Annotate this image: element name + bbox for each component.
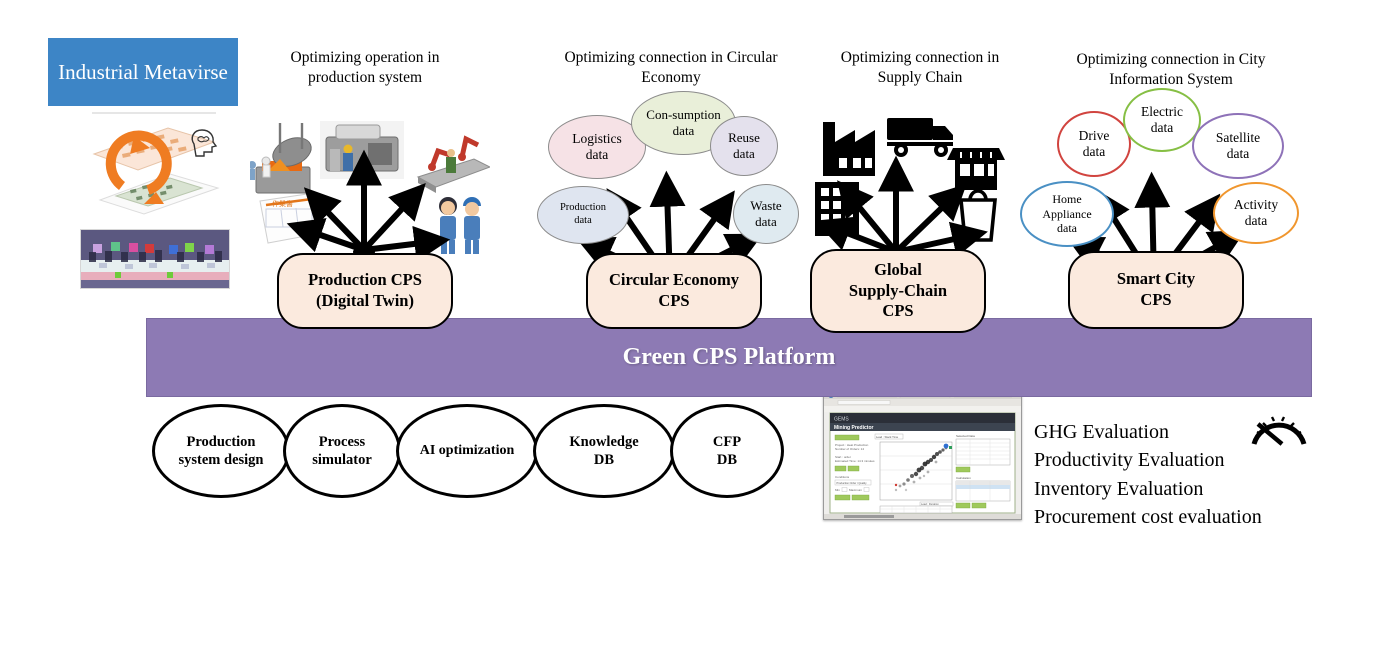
logistics-data-line1: Logistics (572, 130, 622, 146)
capability-3-line2: DB (593, 452, 615, 468)
supply-chain-arrow-fan (810, 140, 990, 262)
capability-ellipse-ai-optimization[interactable]: AI optimization (396, 404, 538, 498)
data-ellipse-electric[interactable]: Electric data (1123, 88, 1201, 152)
capability-ellipse-production-system-design[interactable]: Production system design (152, 404, 290, 498)
electric-data-line1: Electric (1141, 103, 1183, 119)
industrial-metaverse-title: Industrial Metavirse (48, 38, 238, 106)
caption-circular-economy: Optimizing connection in Circular Econom… (564, 49, 778, 87)
smart-city-cps-box[interactable]: Smart City CPS (1068, 251, 1244, 329)
activity-data-line1: Activity (1233, 196, 1279, 212)
green-cps-platform-label: Green CPS Platform (622, 344, 836, 370)
reuse-data-line1: Reuse (728, 130, 760, 146)
home-appliance-data-line2: Appliance (1042, 206, 1092, 221)
supply-chain-cps-line3: CPS (882, 301, 914, 321)
data-ellipse-drive[interactable]: Drive data (1057, 111, 1131, 177)
svg-text:Conditions: Conditions (835, 475, 850, 479)
svg-text:Number of Orders: 14: Number of Orders: 14 (835, 447, 864, 451)
production-cps-line1: Production CPS (308, 270, 422, 290)
circular-economy-cps-line2: CPS (658, 291, 690, 310)
svg-text:Calculation: Calculation (956, 476, 971, 480)
svg-text:Maximum: Maximum (849, 488, 863, 492)
production-arrow-fan (272, 130, 472, 260)
caption-supply-chain: Optimizing connection in Supply Chain (840, 49, 1000, 87)
caption-production-system: Optimizing operation in production syste… (290, 49, 440, 87)
svg-text:Lead : Slack Time: Lead : Slack Time (876, 435, 899, 439)
home-appliance-data-line3: data (1057, 221, 1077, 236)
waste-data-line1: Waste (750, 198, 782, 214)
satellite-data-line1: Satellite (1215, 129, 1261, 145)
drive-data-line2: data (1082, 144, 1106, 159)
home-appliance-data-line1: Home (1052, 192, 1082, 207)
evaluation-item-ghg: GHG Evaluation (1034, 421, 1169, 443)
svg-text:Min: Min (835, 488, 840, 492)
svg-text:Estimated Time: 14.3 minutes: Estimated Time: 14.3 minutes (835, 459, 875, 463)
3d-factory-simulation-image (80, 229, 230, 289)
reuse-data-line2: data (733, 146, 755, 161)
capability-ellipse-process-simulator[interactable]: Process simulator (283, 404, 401, 498)
circular-economy-cps-line1: Circular Economy (608, 270, 739, 290)
electric-data-line2: data (1150, 120, 1174, 135)
svg-text:GEMS: GEMS (834, 417, 849, 423)
drive-data-line1: Drive (1078, 127, 1110, 143)
capability-3-line1: Knowledge (569, 433, 639, 450)
data-ellipse-home-appliance[interactable]: Home Appliance data (1020, 181, 1114, 247)
data-ellipse-reuse[interactable]: Reuse data (710, 116, 778, 176)
capability-ellipse-cfp-db[interactable]: CFP DB (670, 404, 784, 498)
consumption-data-line2: data (672, 123, 695, 138)
waste-data-line2: data (755, 214, 777, 229)
capability-0-line1: Production (186, 433, 256, 450)
supply-chain-cps-box[interactable]: Global Supply-Chain CPS (810, 249, 986, 333)
mining-predictor-app-screenshot[interactable]: GEMS Mining Predictor Project : Heat Pro… (823, 389, 1022, 520)
smart-city-cps-line1: Smart City (1116, 269, 1196, 289)
evaluation-item-productivity: Productivity Evaluation (1034, 449, 1225, 472)
production-cps-line2: (Digital Twin) (316, 291, 414, 310)
capability-1-line2: simulator (312, 452, 372, 468)
activity-data-line2: data (1244, 213, 1268, 228)
svg-text:Mining Predictor: Mining Predictor (834, 425, 874, 431)
speedometer-icon (1248, 404, 1310, 450)
capability-ellipse-knowledge-db[interactable]: Knowledge DB (533, 404, 675, 498)
capability-1-line1: Process (318, 433, 366, 450)
data-ellipse-activity[interactable]: Activity data (1213, 182, 1299, 244)
evaluation-item-procurement-cost: Procurement cost evaluation (1034, 506, 1262, 529)
green-cps-platform-bar[interactable]: Green CPS Platform (146, 318, 1312, 397)
industrial-metaverse-title-text: Industrial Metavirse (58, 59, 228, 84)
data-ellipse-waste[interactable]: Waste data (733, 184, 799, 244)
production-cps-box[interactable]: Production CPS (Digital Twin) (277, 253, 453, 329)
svg-text:Lead : Duration: Lead : Duration (921, 502, 939, 506)
caption-smart-city: Optimizing connection in City Informatio… (1076, 51, 1266, 89)
supply-chain-cps-line2: Supply-Chain (848, 280, 948, 300)
capability-0-line2: system design (178, 452, 264, 468)
svg-text:Selected Data: Selected Data (956, 434, 975, 438)
production-data-line1: Production (559, 202, 607, 214)
satellite-data-line2: data (1226, 146, 1250, 161)
consumption-data-line1: Con-sumption (646, 107, 721, 123)
data-ellipse-satellite[interactable]: Satellite data (1192, 113, 1284, 179)
circular-economy-cps-box[interactable]: Circular Economy CPS (586, 253, 762, 329)
logistics-data-line2: data (585, 147, 609, 162)
capability-2-line1: AI optimization (419, 443, 515, 459)
capability-4-line1: CFP (712, 433, 742, 450)
smart-city-cps-line2: CPS (1140, 290, 1172, 309)
evaluation-item-inventory: Inventory Evaluation (1034, 477, 1204, 500)
evaluation-list: GHG Evaluation Productivity Evaluation I… (1034, 418, 1262, 532)
data-ellipse-production[interactable]: Production data (537, 186, 629, 244)
svg-text:Production Order / Quality: Production Order / Quality (837, 481, 868, 485)
supply-chain-cps-line1: Global (874, 260, 922, 280)
production-data-line2: data (574, 215, 592, 226)
factory-layout-digital-twin-image (78, 108, 230, 220)
capability-4-line2: DB (716, 452, 738, 468)
